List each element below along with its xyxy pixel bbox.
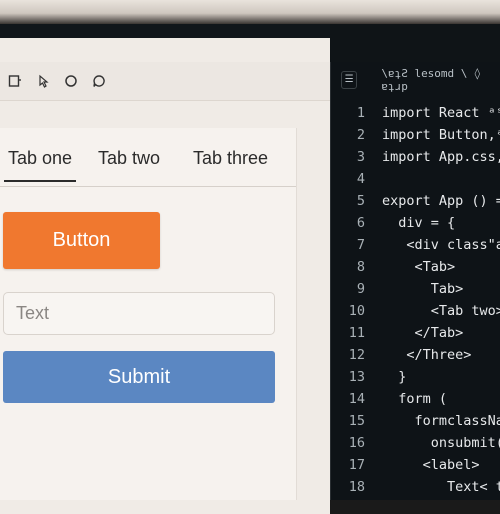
code-line[interactable]: 18 Text< tr (331, 476, 500, 498)
comment-icon[interactable] (92, 74, 106, 88)
code-line[interactable]: 13 } (331, 366, 500, 388)
code-text: Tab> (382, 281, 464, 297)
line-number: 10 (348, 303, 365, 319)
circle-icon[interactable] (64, 74, 78, 88)
text-input[interactable] (3, 292, 275, 335)
line-number: 13 (348, 369, 365, 385)
code-text: formclassNam (382, 413, 500, 429)
code-line[interactable]: 3 import App.css,' (331, 146, 500, 168)
code-text: form ( (382, 391, 448, 407)
cursor-icon[interactable] (36, 74, 50, 88)
code-text: import App.css,' (382, 149, 500, 165)
line-number: 14 (348, 391, 365, 407)
tab-one[interactable]: Tab one (3, 148, 77, 182)
code-text: <div class"ap (382, 237, 500, 253)
window-icon[interactable] (8, 74, 22, 88)
code-text: <label> (382, 457, 480, 473)
preview-toolbar (0, 62, 330, 101)
editor-breadcrumb: \ɐʇƧ lesomd \ ◊ ɐʇɹp (381, 67, 481, 93)
code-line[interactable]: 2 import Button,ᵃˢ' (331, 124, 500, 146)
code-line[interactable]: 16 onsubmit(p (331, 432, 500, 454)
code-line[interactable]: 7 <div class"ap (331, 234, 500, 256)
code-text: <Tab> (382, 259, 456, 275)
code-text: import Button,ᵃˢ' (382, 127, 500, 143)
code-text: div = { (382, 215, 456, 231)
code-line[interactable]: 8 <Tab> (331, 256, 500, 278)
code-line[interactable]: 4 (331, 168, 500, 190)
line-number: 11 (348, 325, 365, 341)
preview-panel: Tab one Tab two Tab three Button Submit (0, 128, 297, 500)
code-text: export App () => (382, 193, 500, 209)
line-number: 3 (356, 149, 365, 165)
line-number: 9 (356, 281, 365, 297)
line-number: 15 (348, 413, 365, 429)
line-number: 12 (348, 347, 365, 363)
code-text: } (382, 369, 407, 385)
code-line[interactable]: 10 <Tab two> (331, 300, 500, 322)
code-line[interactable]: 15 formclassNam (331, 410, 500, 432)
line-number: 17 (348, 457, 365, 473)
code-editor: ☰ \ɐʇƧ lesomd \ ◊ ɐʇɹp 1 import React ᵃˢ … (331, 62, 500, 500)
line-number: 1 (356, 105, 365, 121)
list-icon[interactable]: ☰ (341, 71, 358, 89)
code-line[interactable]: 17 <label> (331, 454, 500, 476)
line-number: 16 (348, 435, 365, 451)
code-line[interactable]: 9 Tab> (331, 278, 500, 300)
line-number: 8 (356, 259, 365, 275)
line-number: 5 (356, 193, 365, 209)
monitor-bezel (0, 0, 500, 24)
code-lines[interactable]: 1 import React ᵃˢ F 2 import Button,ᵃˢ' 3 imp… (331, 102, 500, 498)
code-line[interactable]: 5 export App () => (331, 190, 500, 212)
code-text: Text< tr (382, 479, 500, 495)
editor-header: ☰ \ɐʇƧ lesomd \ ◊ ɐʇɹp (331, 62, 500, 98)
code-line[interactable]: 11 </Tab> (331, 322, 500, 344)
line-number: 7 (356, 237, 365, 253)
code-text: <Tab two> (382, 303, 500, 319)
code-line[interactable]: 12 </Three> (331, 344, 500, 366)
orange-button[interactable]: Button (3, 212, 160, 269)
code-line[interactable]: 1 import React ᵃˢ F (331, 102, 500, 124)
code-text: </Three> (382, 347, 472, 363)
tab-two[interactable]: Tab two (98, 148, 160, 169)
code-line[interactable]: 14 form ( (331, 388, 500, 410)
code-text: onsubmit(p (382, 435, 500, 451)
line-number: 6 (356, 215, 365, 231)
code-text: import React ᵃˢ F (382, 105, 500, 121)
tab-bar: Tab one Tab two Tab three (0, 128, 296, 187)
line-number: 2 (356, 127, 365, 143)
code-text: </Tab> (382, 325, 464, 341)
tab-three[interactable]: Tab three (193, 148, 268, 169)
submit-button[interactable]: Submit (3, 351, 275, 403)
line-number: 4 (356, 171, 365, 187)
code-line[interactable]: 6 div = { (331, 212, 500, 234)
line-number: 18 (348, 479, 365, 495)
